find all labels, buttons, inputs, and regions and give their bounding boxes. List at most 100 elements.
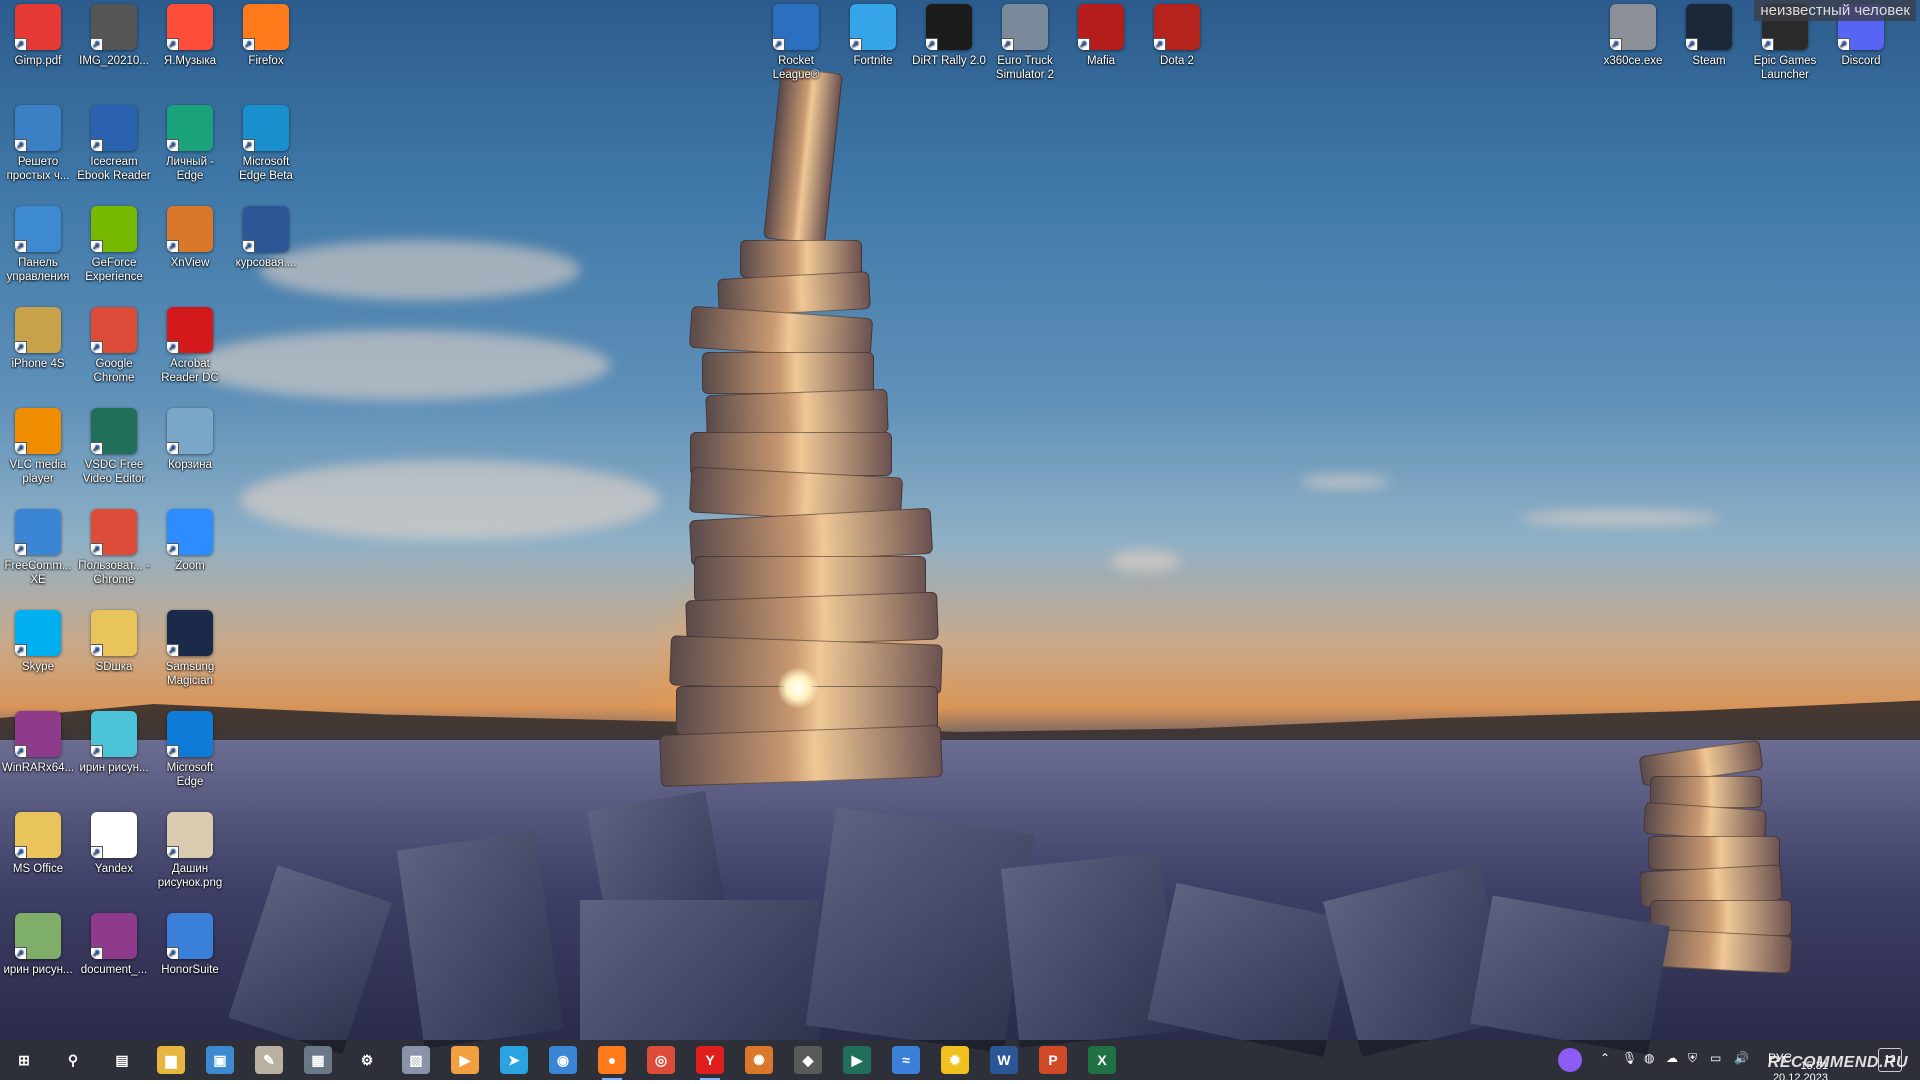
wallpaper-cloud [240,460,660,540]
desktop-icon[interactable]: ↗ IMG_20210... [76,0,152,68]
honorsuite-icon[interactable]: ≈ [892,1046,920,1074]
telegram-icon[interactable]: ➤ [500,1046,528,1074]
desktop-icon[interactable]: ↗ DiRT Rally 2.0 [911,0,987,68]
shortcut-arrow-icon: ↗ [167,543,179,555]
desktop-icon[interactable]: ↗ Gimp.pdf [0,0,76,68]
desktop-icon[interactable]: ↗ Zoom [152,505,228,573]
settings-icon[interactable]: ⚙ [353,1046,381,1074]
volume-icon[interactable]: 🔊 [1734,1051,1749,1065]
desktop-icon[interactable]: ↗ Firefox [228,0,304,68]
firefox-icon: ↗ [243,4,289,50]
shortcut-arrow-icon: ↗ [15,139,27,151]
desktop-icon[interactable]: ↗ Rocket League® [758,0,834,82]
desktop-icon[interactable]: ↗ Microsoft Edge [152,707,228,789]
desktop-icon[interactable]: ↗ Steam [1671,0,1747,68]
monitor-icon[interactable]: ▭ [1710,1051,1721,1065]
desktop-icon[interactable]: ↗ Icecream Ebook Reader [76,101,152,183]
desktop-icon[interactable]: ↗ Dota 2 [1139,0,1215,68]
desktop-icon-label: Microsoft Edge [166,762,214,788]
desktop-icon[interactable]: ↗ Решето простых ч... [0,101,76,183]
desktop-icon[interactable]: ↗ Панель управления [0,202,76,284]
desktop-icon[interactable]: ↗ Я.Музыка [152,0,228,68]
desktop-icon[interactable]: ↗ Samsung Magician [152,606,228,688]
chevron-up-icon[interactable]: ⌃ [1600,1051,1610,1065]
desktop-icon[interactable]: ↗ ирин рисун... [0,909,76,977]
wallpaper-cloud [1300,475,1390,489]
desktop-icon-label: Samsung Magician [165,661,215,687]
firefox-icon[interactable]: ● [598,1046,626,1080]
vsdc-icon[interactable]: ▶ [843,1046,871,1074]
excel-icon[interactable]: X [1088,1046,1116,1074]
desktop-icon[interactable]: ↗ ирин рисун... [76,707,152,775]
app-icon[interactable]: ◆ [794,1046,822,1074]
shortcut-arrow-icon: ↗ [1078,38,1090,50]
desktop-icon[interactable]: ↗ Microsoft Edge Beta [228,101,304,183]
network-app-icon[interactable]: ◍ [1644,1051,1654,1065]
desktop-icon[interactable]: ↗ WinRARx64... [0,707,76,775]
shortcut-arrow-icon: ↗ [91,38,103,50]
desktop-icon[interactable]: ↗ HonorSuite [152,909,228,977]
desktop-icon[interactable]: ↗ Google Chrome [76,303,152,385]
ebook-reader-icon: ↗ [91,105,137,151]
presentation-file-icon: ↗ [15,105,61,151]
powerpoint-icon[interactable]: P [1039,1046,1067,1074]
cloud-icon[interactable]: ☁ [1666,1051,1678,1065]
xnview-icon[interactable]: ✺ [745,1046,773,1074]
desktop-icon-label: GeForce Experience [85,257,143,283]
freecommander-icon[interactable]: ◉ [549,1046,577,1074]
windows-start-icon[interactable]: ⊞ [10,1046,38,1074]
yandex-browser-icon[interactable]: Y [696,1046,724,1080]
desktop-icon[interactable]: ↗ Пользоват... - Chrome [76,505,152,587]
vlc-icon: ↗ [15,408,61,454]
app-icon[interactable]: ✹ [941,1046,969,1074]
desktop-icon[interactable]: ↗ Mafia [1063,0,1139,68]
photos-icon[interactable]: ▧ [402,1046,430,1074]
desktop-icon[interactable]: ↗ MS Office [0,808,76,876]
alice-assistant-icon[interactable] [1558,1048,1582,1072]
shortcut-arrow-icon: ↗ [1838,38,1850,50]
image-file-icon: ↗ [91,711,137,757]
media-player-icon[interactable]: ▶ [451,1046,479,1074]
desktop-icon[interactable]: ↗ GeForce Experience [76,202,152,284]
ice-shard [805,807,1035,1053]
desktop-icon[interactable]: ↗ Euro Truck Simulator 2 [987,0,1063,82]
desktop-icon[interactable]: ↗ iPhone 4S [0,303,76,371]
app-icon[interactable]: ▣ [206,1046,234,1074]
file-explorer-icon[interactable]: ▆ [157,1046,185,1074]
word-doc-icon: ↗ [243,206,289,252]
desktop-icon[interactable]: ↗ Личный - Edge [152,101,228,183]
desktop-icon[interactable]: ↗ курсовая.... [228,202,304,270]
desktop-icon[interactable]: ↗ document_... [76,909,152,977]
desktop-icon-label: Fortnite [853,55,893,67]
shortcut-arrow-icon: ↗ [91,139,103,151]
desktop-icon[interactable]: ↗ Acrobat Reader DC [152,303,228,385]
desktop-icon[interactable]: ↗ Дашин рисунок.png [152,808,228,890]
shield-icon[interactable]: ⛨ [1688,1051,1697,1066]
shortcut-arrow-icon: ↗ [850,38,862,50]
ice-shard [580,900,820,1040]
desktop-icon-label: IMG_20210... [79,55,149,67]
calculator-icon[interactable]: ▦ [304,1046,332,1074]
task-view-icon[interactable]: ▤ [108,1046,136,1074]
word-icon[interactable]: W [990,1046,1018,1074]
desktop-icon[interactable]: ↗ Корзина [152,404,228,472]
chrome-icon[interactable]: ◎ [647,1046,675,1074]
desktop-icon[interactable]: ↗ XnView [152,202,228,270]
microphone-icon[interactable]: 🎙 [1622,1051,1637,1065]
search-icon[interactable]: ⚲ [59,1046,87,1074]
desktop-icon[interactable]: ↗ Yandex [76,808,152,876]
image-file-icon: ↗ [15,913,61,959]
yandex-browser-icon: ↗ [91,812,137,858]
desktop-icon-label: Skype [22,661,54,673]
desktop-icon[interactable]: ↗ VLC media player [0,404,76,486]
desktop-icon[interactable]: ↗ FreeComm... XE [0,505,76,587]
wallpaper-cloud [260,240,580,300]
paint-icon[interactable]: ✎ [255,1046,283,1074]
shortcut-arrow-icon: ↗ [91,240,103,252]
desktop-icon[interactable]: ↗ x360ce.exe [1595,0,1671,68]
desktop-icon[interactable]: ↗ VSDC Free Video Editor [76,404,152,486]
edge-profile-icon: ↗ [167,105,213,151]
desktop-icon[interactable]: ↗ Fortnite [835,0,911,68]
desktop-icon[interactable]: ↗ SDшка [76,606,152,674]
desktop-icon[interactable]: ↗ Skype [0,606,76,674]
